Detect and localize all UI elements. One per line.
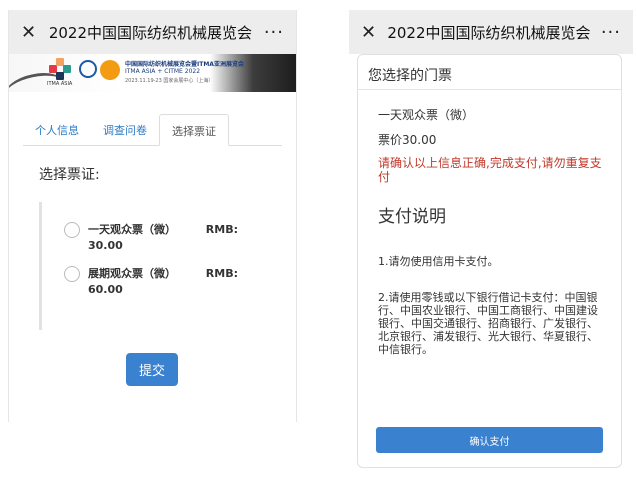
confirm-payment-button[interactable]: 确认支付: [376, 427, 603, 453]
ticket-options: 一天观众票（微） RMB: 30.00 展期观众票（微） RMB: 60.00: [39, 202, 296, 330]
ticket-option-name: 一天观众票（微）: [88, 223, 176, 236]
ticket-price: 票价30.00: [378, 133, 437, 147]
citme-logo: [79, 60, 97, 78]
select-ticket-label: 选择票证:: [39, 167, 100, 183]
ticket-option-price-label: RMB:: [205, 267, 238, 280]
event-banner: 中国国际纺织机械展览会暨ITMA亚洲展览会 ITMA ASIA + CITME …: [9, 54, 296, 92]
page-title: 2022中国国际纺织机械展览会: [387, 23, 591, 42]
banner-line-3: 2023.11.19-23 国家会展中心（上海）: [125, 78, 214, 84]
more-icon[interactable]: ···: [601, 22, 621, 43]
ticket-option-price-label: RMB:: [205, 223, 238, 236]
card-title: 您选择的门票: [358, 55, 621, 90]
more-icon[interactable]: ···: [264, 22, 284, 43]
submit-button[interactable]: 提交: [126, 353, 178, 386]
tab-personal-info[interactable]: 个人信息: [23, 114, 91, 145]
banner-logo-text: ITMA ASIA: [47, 81, 73, 87]
ticket-option-text: 一天观众票（微） RMB: 30.00: [88, 222, 238, 254]
payment-note-2: 2.请使用零钱或以下银行借记卡支付：中国银行、中国农业银行、中国工商银行、中国建…: [378, 291, 598, 356]
page-title: 2022中国国际纺织机械展览会: [48, 23, 252, 42]
ticket-option-text: 展期观众票（微） RMB: 60.00: [88, 266, 238, 298]
citme-badge-logo: [100, 60, 120, 80]
ticket-option[interactable]: 展期观众票（微） RMB: 60.00: [64, 266, 296, 298]
payment-note-1: 1.请勿使用信用卡支付。: [378, 255, 499, 268]
top-bar: ✕ 2022中国国际纺织机械展览会 ···: [9, 10, 296, 54]
ticket-summary-card: 您选择的门票 一天观众票（微） 票价30.00 请确认以上信息正确,完成支付,请…: [357, 54, 622, 468]
banner-line-2: ITMA ASIA + CITME 2022: [125, 68, 201, 75]
ticket-name: 一天观众票（微）: [378, 108, 475, 122]
payment-screen: ✕ 2022中国国际纺织机械展览会 ··· 您选择的门票 一天观众票（微） 票价…: [349, 10, 633, 470]
payment-instructions-title: 支付说明: [378, 207, 446, 227]
ticket-option[interactable]: 一天观众票（微） RMB: 30.00: [64, 222, 296, 254]
ticket-option-price: 30.00: [88, 239, 123, 252]
itma-logo: [49, 58, 71, 80]
close-icon[interactable]: ✕: [361, 22, 385, 43]
tab-survey[interactable]: 调查问卷: [91, 114, 159, 145]
warning-text: 请确认以上信息正确,完成支付,请勿重复支付: [378, 156, 602, 184]
banner-line-1: 中国国际纺织机械展览会暨ITMA亚洲展览会: [125, 61, 244, 68]
close-icon[interactable]: ✕: [21, 22, 45, 43]
radio-button[interactable]: [64, 266, 80, 282]
ticket-option-name: 展期观众票（微）: [88, 267, 176, 280]
radio-button[interactable]: [64, 222, 80, 238]
top-bar: ✕ 2022中国国际纺织机械展览会 ···: [349, 10, 633, 54]
ticket-option-price: 60.00: [88, 283, 123, 296]
tab-bar: 个人信息 调查问卷 选择票证: [23, 114, 282, 146]
registration-screen: ✕ 2022中国国际纺织机械展览会 ··· 中国国际纺织机械展览会暨ITMA亚洲…: [8, 10, 297, 422]
tab-select-ticket[interactable]: 选择票证: [159, 114, 229, 146]
